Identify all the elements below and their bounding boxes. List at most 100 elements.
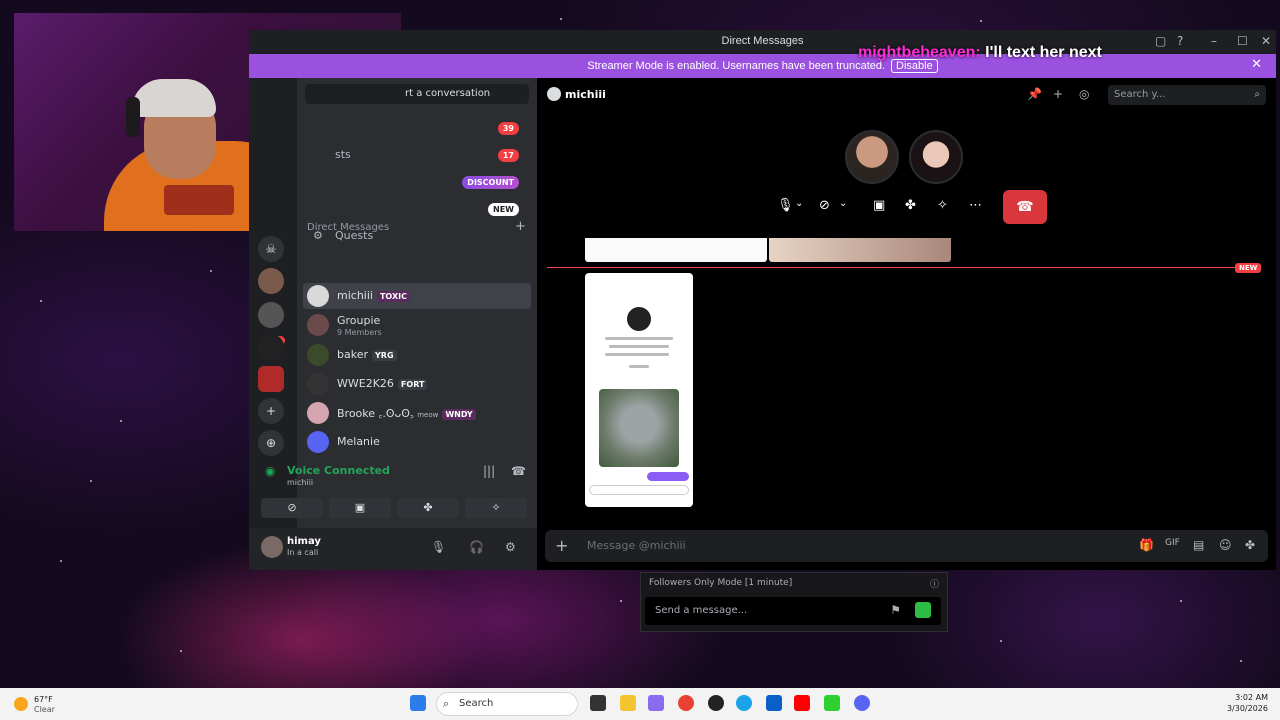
dm-item-baker[interactable]: baker YRG: [303, 342, 531, 368]
search-icon: ⌕: [443, 697, 450, 710]
sun-icon: [14, 697, 28, 711]
discover-icon[interactable]: ⊕: [258, 430, 284, 456]
screen-share-icon[interactable]: ▣: [873, 198, 885, 213]
dm-item-melanie[interactable]: Melanie: [303, 429, 531, 455]
chevron-down-icon[interactable]: ⌄: [839, 198, 847, 209]
soundboard-icon[interactable]: ✧: [937, 198, 948, 213]
taskbar-search[interactable]: ⌕ Search: [436, 692, 578, 716]
chat-message: I'll text her next: [985, 44, 1102, 61]
profile-icon[interactable]: ◎: [1079, 87, 1089, 101]
app-icon[interactable]: [824, 695, 840, 711]
nav-shop[interactable]: NEW: [305, 197, 529, 221]
mic-icon[interactable]: 🎙: [777, 198, 794, 213]
message-list: NEW: [537, 238, 1276, 528]
date: 3/30/2026: [1226, 704, 1268, 713]
create-dm-icon[interactable]: +: [515, 219, 526, 234]
pin-icon[interactable]: 📌: [1027, 87, 1042, 101]
more-icon[interactable]: ⋯: [969, 198, 982, 213]
server-icon[interactable]: [258, 334, 284, 360]
user-avatar[interactable]: [261, 536, 283, 558]
camera-off-icon[interactable]: ⊘: [819, 198, 830, 213]
gift-icon[interactable]: 🎁: [1139, 538, 1154, 552]
bits-icon[interactable]: ⚑: [890, 603, 901, 617]
obs-icon[interactable]: [708, 695, 724, 711]
dm-item-groupie[interactable]: Groupie 9 Members: [303, 312, 531, 338]
dm-item-brooke[interactable]: Brooke ꜀.ʘᴗʘ꜆ meow WNDY: [303, 400, 531, 426]
start-icon[interactable]: [410, 695, 426, 711]
headphones-icon[interactable]: 🎧: [469, 540, 484, 554]
chevron-down-icon[interactable]: ⌄: [795, 198, 803, 209]
avatar: [307, 285, 329, 307]
activities-button[interactable]: ✤: [397, 498, 459, 518]
call-participant-avatar[interactable]: [845, 130, 899, 184]
apps-icon[interactable]: ✤: [1245, 538, 1255, 552]
find-conversation-input[interactable]: rt a conversation: [305, 84, 529, 104]
signal-icon[interactable]: ◉: [265, 464, 275, 478]
nav-requests[interactable]: sts 17: [305, 143, 529, 167]
time: 3:02 AM: [1235, 693, 1268, 702]
noise-suppression-icon[interactable]: |||: [483, 464, 495, 478]
taskbar: 67°F Clear ⌕ Search 3:02 AM 3/30/2026: [0, 688, 1280, 720]
info-icon[interactable]: ⓘ: [930, 577, 939, 590]
add-server-icon[interactable]: +: [258, 398, 284, 424]
new-messages-badge: NEW: [1235, 263, 1262, 273]
dm-item-michiii[interactable]: michiii TOXIC: [303, 283, 531, 309]
attachment-image[interactable]: [585, 238, 767, 262]
discount-badge: DISCOUNT: [462, 176, 519, 189]
sticker-icon[interactable]: ▤: [1193, 538, 1204, 552]
screenshot-attachment[interactable]: [585, 273, 693, 507]
help-icon[interactable]: ?: [1177, 34, 1183, 48]
activities-icon[interactable]: ✤: [905, 198, 916, 213]
avatar: [307, 314, 329, 336]
inbox-icon[interactable]: ▢: [1155, 34, 1166, 48]
hang-up-button[interactable]: ☎: [1003, 190, 1047, 224]
header-search-input[interactable]: Search y... ⌕: [1108, 85, 1266, 105]
streamer-mode-banner: Streamer Mode is enabled. Usernames have…: [249, 54, 1276, 78]
requests-count-badge: 17: [497, 149, 519, 162]
youtube-icon[interactable]: [794, 695, 810, 711]
maximize-button[interactable]: ☐: [1237, 34, 1248, 48]
camera-button[interactable]: ⊘: [261, 498, 323, 518]
close-window-button[interactable]: ✕: [1261, 34, 1271, 48]
copilot-icon[interactable]: [648, 695, 664, 711]
followers-mode-label: Followers Only Mode [1 minute]: [649, 578, 793, 588]
attachment-image[interactable]: [769, 238, 951, 262]
nav-friends[interactable]: 39: [305, 116, 529, 140]
disconnect-icon[interactable]: ☎: [511, 464, 526, 478]
gif-icon[interactable]: GIF: [1165, 538, 1180, 548]
microphone-icon[interactable]: 🎙: [431, 540, 446, 554]
store-icon[interactable]: [766, 695, 782, 711]
clock[interactable]: 3:02 AM 3/30/2026: [1227, 692, 1268, 714]
emoji-icon[interactable]: ☺: [1219, 538, 1232, 552]
message-composer[interactable]: + Message @michiii 🎁 GIF ▤ ☺ ✤: [545, 530, 1268, 562]
minimize-button[interactable]: –: [1211, 34, 1217, 48]
edge-icon[interactable]: [736, 695, 752, 711]
dm-avatar: [547, 87, 561, 101]
file-explorer-icon[interactable]: [620, 695, 636, 711]
dm-section-header: Direct Messages: [307, 222, 390, 233]
twitch-chat-input[interactable]: Send a message... ⚑: [645, 597, 941, 625]
close-banner-icon[interactable]: ✕: [1251, 57, 1262, 72]
server-icon[interactable]: [258, 268, 284, 294]
nav-nitro[interactable]: DISCOUNT: [305, 170, 529, 194]
server-icon[interactable]: [258, 302, 284, 328]
message-input[interactable]: Message @michiii: [587, 539, 686, 552]
discord-icon[interactable]: [854, 695, 870, 711]
channel-name: michiii: [565, 88, 606, 101]
add-friend-icon[interactable]: +: [1053, 87, 1063, 101]
add-attachment-icon[interactable]: +: [555, 536, 568, 555]
screen-share-button[interactable]: ▣: [329, 498, 391, 518]
call-participant-avatar[interactable]: [909, 130, 963, 184]
new-messages-divider: [547, 267, 1247, 268]
server-icon[interactable]: [258, 366, 284, 392]
soundboard-button[interactable]: ✧: [465, 498, 527, 518]
dm-item-wwe2k26[interactable]: WWE2K26 FORT: [303, 371, 531, 397]
chrome-icon[interactable]: [678, 695, 694, 711]
task-view-icon[interactable]: [590, 695, 606, 711]
avatar: [307, 431, 329, 453]
channel-header: michiii 📌 + ◎ Search y... ⌕: [537, 78, 1276, 112]
weather-condition: Clear: [34, 705, 55, 714]
settings-gear-icon[interactable]: ⚙: [505, 540, 516, 554]
emote-icon[interactable]: [915, 602, 931, 618]
server-icon[interactable]: ☠: [258, 236, 284, 262]
